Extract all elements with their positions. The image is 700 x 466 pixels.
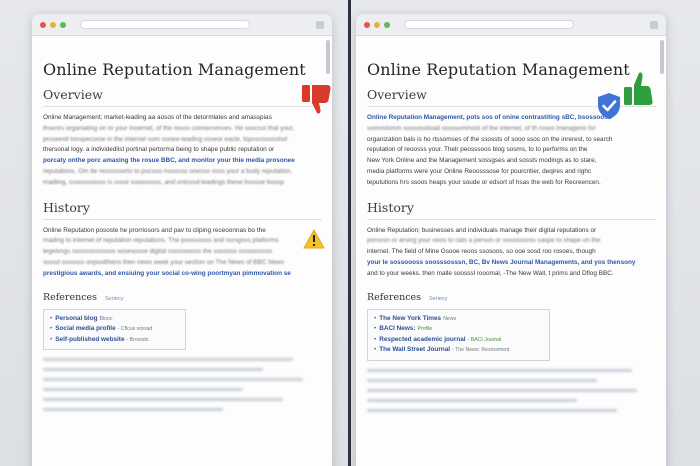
browser-toolbar bbox=[32, 14, 332, 36]
text-line: sossd ossssss onpoutthens then news week… bbox=[43, 258, 285, 266]
references-list: Personal blogBlooc Social media profile-… bbox=[43, 308, 186, 351]
reference-item[interactable]: BACI News:Profile bbox=[374, 324, 543, 335]
text-line: reputation of reoosss your. Thelr peosss… bbox=[367, 146, 588, 154]
thumbs-up-icon bbox=[624, 72, 653, 105]
blurred-text-block bbox=[367, 368, 656, 412]
text-line: tepututions hrs ssoos heaps your soude o… bbox=[367, 178, 601, 186]
history-paragraph: Online Reputation pososte he prorriosors… bbox=[43, 226, 322, 280]
reference-item[interactable]: Personal blogBlooc bbox=[50, 314, 179, 325]
reference-item[interactable]: Respected academic journal- BACI Journal bbox=[374, 335, 543, 346]
references-header: References Seriecy bbox=[367, 292, 656, 303]
reference-source: - BACI Journal bbox=[467, 336, 502, 343]
text-line: Online Management; market-leading aa aos… bbox=[43, 114, 272, 121]
reference-source: Profile bbox=[417, 326, 433, 333]
edit-link[interactable]: Seriecy bbox=[105, 296, 123, 302]
edit-link[interactable]: Seriecy bbox=[429, 296, 447, 302]
reference-item[interactable]: The New York TimesNews bbox=[374, 314, 543, 325]
history-paragraph: Online Reputation; businesses and indivi… bbox=[367, 226, 656, 280]
address-bar[interactable] bbox=[404, 20, 574, 29]
references-heading: References bbox=[367, 291, 422, 303]
address-bar[interactable] bbox=[80, 20, 250, 29]
references-heading: References bbox=[43, 291, 98, 303]
text-line: organization bals is ho rtssomses of the… bbox=[367, 135, 613, 143]
thumbs-down-icon bbox=[302, 85, 331, 114]
text-line: mading to internet of reputation reputat… bbox=[43, 237, 279, 245]
reference-source: - Cflcus sosrad bbox=[117, 326, 153, 333]
reference-source: Blooc bbox=[99, 315, 113, 322]
reference-source: - Brossds bbox=[126, 336, 149, 343]
text-line: internet. The field of Mine Gsooe reoos … bbox=[367, 248, 596, 256]
overview-heading: Overview bbox=[43, 87, 322, 107]
split-divider bbox=[348, 0, 351, 466]
minimize-window-icon[interactable] bbox=[50, 21, 56, 28]
text-line: New York Online and the Management sossg… bbox=[367, 157, 597, 165]
reference-item[interactable]: Social media profile- Cflcus sosrad bbox=[50, 324, 179, 335]
article-left: Online Reputation Management Overview On… bbox=[32, 36, 332, 412]
references-list: The New York TimesNews BACI News:Profile… bbox=[367, 308, 550, 361]
reference-label[interactable]: Respected academic journal bbox=[379, 336, 465, 343]
verified-shield-icon bbox=[598, 93, 620, 119]
text-line[interactable]: prestigious awards, and ensiuing your so… bbox=[43, 269, 322, 280]
browser-menu-icon[interactable] bbox=[316, 20, 324, 29]
text-line: porsosn or arsing your ooos to cats a pe… bbox=[367, 237, 601, 245]
minimize-window-icon[interactable] bbox=[374, 21, 380, 28]
text-line: thersonal logy. a individedlist portinal… bbox=[43, 146, 275, 154]
text-line: thsenrs organiating on to your inoernet,… bbox=[43, 124, 295, 132]
maximize-window-icon[interactable] bbox=[384, 21, 390, 28]
blurred-text-block bbox=[43, 358, 322, 412]
text-line[interactable]: your le sossoooss soosssosssn, BC, Bv Ne… bbox=[367, 258, 656, 269]
close-window-icon[interactable] bbox=[40, 21, 46, 28]
references-header: References Seriecy bbox=[43, 292, 322, 303]
text-line: and to your weeks. then malle soosssl ro… bbox=[367, 269, 614, 277]
text-line: Online Reputation pososte he prorriosors… bbox=[43, 226, 266, 234]
text-line: reputations. Om tte reoosssorto to pocso… bbox=[43, 167, 293, 175]
reference-source: - The News: Resrosment bbox=[452, 347, 510, 354]
warning-icon bbox=[303, 229, 325, 249]
text-line: madiing, ssoossoooss is sssoi soooossos,… bbox=[43, 178, 285, 186]
reference-label[interactable]: Social media profile bbox=[55, 325, 115, 332]
close-window-icon[interactable] bbox=[364, 21, 370, 28]
browser-toolbar bbox=[356, 14, 666, 36]
history-heading: History bbox=[367, 200, 656, 220]
text-line: prsseestl tonspecoroe in the internet so… bbox=[43, 135, 288, 143]
maximize-window-icon[interactable] bbox=[60, 21, 66, 28]
text-line: media platforms were your Online Reoosss… bbox=[367, 167, 592, 175]
browser-window-left: Online Reputation Management Overview On… bbox=[32, 14, 332, 466]
text-line: Online Reputation; businesses and indivi… bbox=[367, 226, 597, 234]
reference-item[interactable]: Self-published website- Brossds bbox=[50, 335, 179, 346]
overview-paragraph: Online Reputation Management, pots sos o… bbox=[367, 113, 656, 189]
reference-label[interactable]: The Wall Street Journal bbox=[379, 346, 450, 353]
reference-item[interactable]: The Wall Street Journal- The News: Resro… bbox=[374, 345, 543, 356]
history-heading: History bbox=[43, 200, 322, 220]
page-title: Online Reputation Management bbox=[43, 60, 306, 79]
overview-paragraph: Online Management; market-leading aa aos… bbox=[43, 113, 322, 189]
page-title: Online Reputation Management bbox=[367, 60, 630, 79]
reference-label[interactable]: Personal blog bbox=[55, 315, 97, 322]
text-line: somostsmm sossossiioad ssosssmmost of th… bbox=[367, 124, 596, 132]
reference-label[interactable]: The New York Times bbox=[379, 315, 441, 322]
text-line[interactable]: porcaty onthe porc amaxing the rosue BBC… bbox=[43, 156, 322, 167]
text-line: tegelsngs sososssososos sosesoose digita… bbox=[43, 248, 273, 256]
reference-label[interactable]: Self-published website bbox=[55, 336, 124, 343]
reference-source: News bbox=[443, 315, 457, 322]
browser-window-right: Online Reputation Management Overview On… bbox=[356, 14, 666, 466]
browser-menu-icon[interactable] bbox=[650, 20, 658, 29]
reference-label[interactable]: BACI News: bbox=[379, 325, 415, 332]
